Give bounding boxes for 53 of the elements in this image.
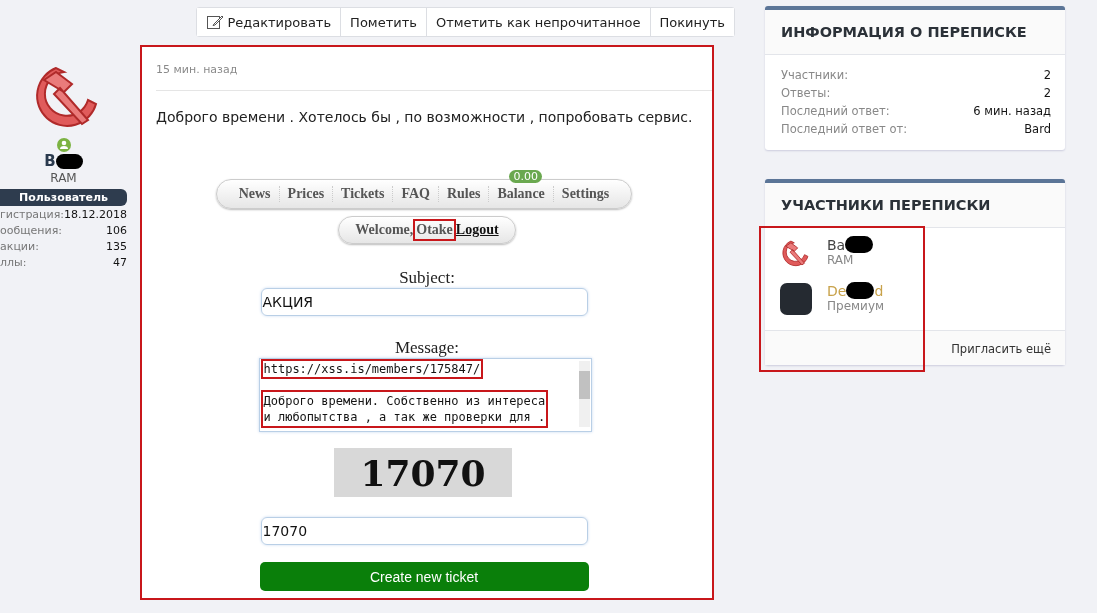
message-url: https://xss.is/members/175847/ [263,362,481,376]
participant-name[interactable]: Ba [827,236,846,253]
message-body: Доброго времени. Собственно из интереса и любопытства , а так же проверки для . [263,393,546,425]
redaction-mark [55,153,83,169]
message-field[interactable]: https://xss.is/members/175847/ Доброго времени. Собственно из интереса и любопытства , а так же проверки для . [258,358,592,432]
nav-link[interactable]: News [230,186,279,202]
avatar-placeholder [780,283,812,315]
nav-link[interactable]: Tickets [332,186,393,202]
nav-link[interactable]: Prices [278,186,333,202]
stat-value: 47 [113,256,127,270]
stat-value: 18.12.2018 [64,208,127,222]
edit-icon [206,13,225,31]
info-label: Последний ответ от: [781,121,908,138]
logout-link[interactable]: Logout [455,222,499,238]
balance-badge: 0.00 [509,170,542,183]
participant-title: RAM [827,253,855,267]
info-value: 2 [1043,67,1051,84]
captcha-image: 17070 [334,448,512,497]
create-ticket-button[interactable]: Create new ticket [259,562,589,591]
welcome-text: Welcome, [355,222,414,238]
nav-link[interactable]: FAQ [392,186,438,202]
invite-link[interactable]: Пригласить ещё [951,342,1051,356]
message-text: Доброго времени . Хотелось бы , по возможности , попробовать сервис. [155,108,694,125]
field-label: Message: [394,338,460,358]
toolbar-button[interactable]: Покинуть [649,8,734,36]
field-label: Subject: [399,268,455,288]
participant-title: Премиум [827,299,885,313]
post-time: 15 мин. назад [155,62,239,76]
stat-label: ообщения: [0,224,63,238]
info-value: 2 [1043,85,1051,102]
info-label: Ответы: [781,85,831,102]
stat-value: 135 [106,240,127,254]
scrollbar[interactable] [578,361,590,427]
stat-label: гистрация: [0,208,65,222]
nav-link[interactable]: Rules [437,186,489,202]
captcha-field[interactable]: 17070 [260,517,588,545]
info-label: Участники: [781,67,849,84]
username[interactable]: B [44,152,56,170]
info-label: Последний ответ: [781,103,890,120]
stat-label: акции: [0,240,39,254]
stat-label: ллы: [0,256,27,270]
redaction-mark [845,236,874,253]
nav-link[interactable]: Settings [552,186,618,202]
user-title: RAM [49,171,78,185]
redaction-mark [846,282,875,299]
info-value: 6 мин. назад [973,103,1051,120]
info-value: Bard [1024,121,1051,138]
stat-value: 106 [106,224,127,238]
panel-title: ИНФОРМАЦИЯ О ПЕРЕПИСКЕ [765,10,1065,55]
user-group-badge: Пользователь [0,189,127,206]
panel-title: УЧАСТНИКИ ПЕРЕПИСКИ [765,183,1065,228]
account-name: Otake [416,222,453,238]
subject-field[interactable]: АКЦИЯ [260,288,588,316]
